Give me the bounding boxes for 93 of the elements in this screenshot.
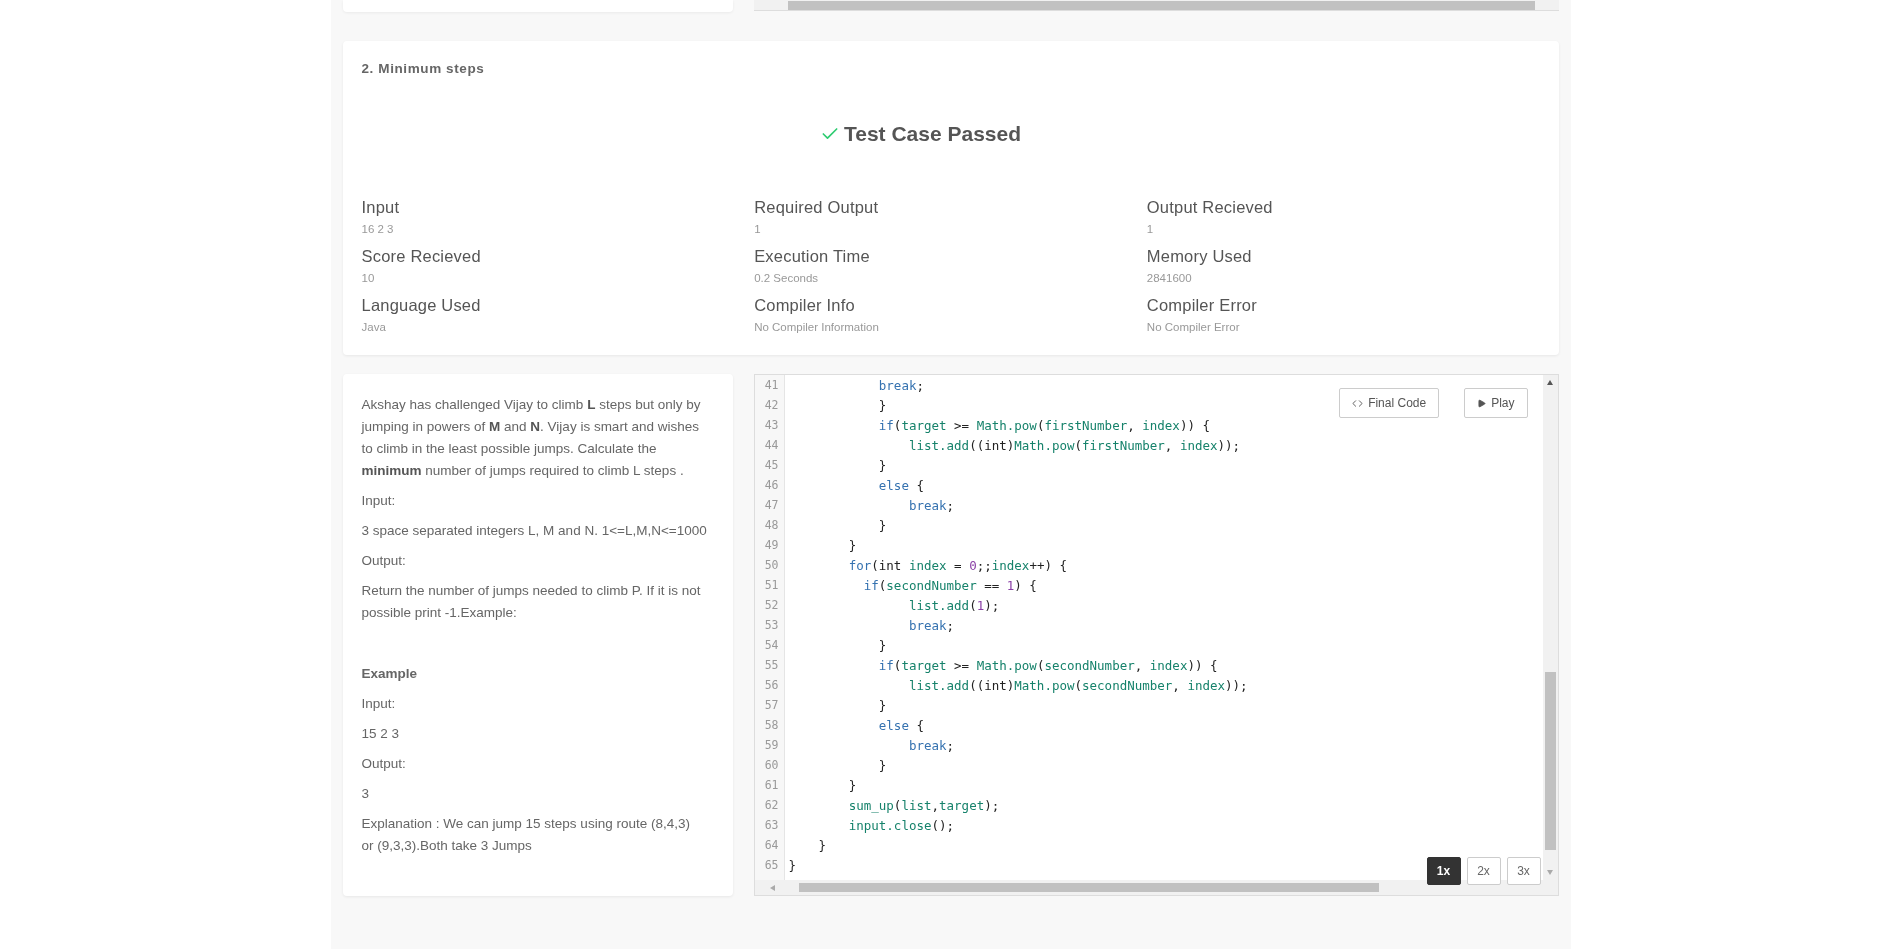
field-label: Required Output — [754, 198, 880, 217]
code-icon — [1352, 397, 1364, 409]
speed-button[interactable]: 1x — [1426, 857, 1461, 885]
line-number: 47 — [754, 495, 785, 515]
code-line: list.add((int)Math.pow(secondNumber, index)); — [907, 677, 1248, 693]
code-line: } — [847, 777, 857, 793]
code-line: } — [877, 637, 887, 653]
code-line: } — [787, 857, 797, 873]
line-number: 42 — [754, 395, 785, 415]
field-value: 0.2 Seconds — [754, 272, 820, 284]
arrow-left-icon[interactable] — [768, 883, 777, 892]
description-text: 3 — [361, 785, 370, 803]
code-line: } — [817, 837, 827, 853]
section-heading: Example — [361, 665, 419, 683]
field-value: No Compiler Error — [1146, 321, 1241, 333]
description-text: Input: — [361, 695, 397, 713]
arrow-up-icon[interactable] — [1546, 379, 1554, 387]
field-label: Compiler Info — [754, 296, 856, 315]
description-text: 3 space separated integers L, M and N. 1<=L,M,N<=1000 — [361, 522, 708, 540]
play-icon — [1477, 398, 1487, 408]
code-line: else { — [877, 717, 924, 733]
field-value: 2841600 — [1146, 272, 1193, 284]
description-text: Akshay has challenged Vijay to climb L steps but only by jumping in powers of M and N. Vijay is smart and wishes to climb in the least possible jumps. Calculate the minimum number of jumps required to climb L steps . — [361, 396, 702, 480]
description-text: Input: — [361, 492, 397, 510]
code-line: for(int index = 0;;index++) { — [847, 557, 1068, 573]
line-number: 59 — [754, 735, 785, 755]
code-line: } — [877, 697, 887, 713]
code-line: input.close(); — [847, 817, 955, 833]
line-number: 45 — [754, 455, 785, 475]
field-label: Memory Used — [1146, 247, 1253, 266]
field-value: 16 2 3 — [361, 223, 395, 235]
code-line: } — [877, 517, 887, 533]
description-text: Output: — [361, 552, 407, 570]
line-number: 57 — [754, 695, 785, 715]
field-value: 10 — [361, 272, 376, 284]
line-number: 65 — [754, 855, 785, 875]
play-button[interactable]: Play — [1464, 388, 1528, 418]
code-line: else { — [877, 477, 924, 493]
code-line: } — [847, 537, 857, 553]
status-text: Test Case Passed — [843, 122, 1021, 146]
problem-title: 2. Minimum steps — [361, 61, 486, 76]
code-line: break; — [907, 737, 955, 753]
line-number: 46 — [754, 475, 785, 495]
line-number: 60 — [754, 755, 785, 775]
speed-button[interactable]: 2x — [1466, 857, 1501, 885]
field-value: 1 — [1146, 223, 1155, 235]
field-label: Input — [361, 198, 401, 217]
code-line: break; — [907, 497, 955, 513]
final-code-button[interactable]: Final Code — [1339, 388, 1440, 418]
line-number: 50 — [754, 555, 785, 575]
code-line: break; — [907, 617, 955, 633]
code-line: list.add(1); — [907, 597, 1000, 613]
line-number: 48 — [754, 515, 785, 535]
field-value: No Compiler Information — [754, 321, 880, 333]
code-line: } — [877, 457, 887, 473]
line-number: 62 — [754, 795, 785, 815]
field-label: Language Used — [361, 296, 482, 315]
line-number: 54 — [754, 635, 785, 655]
code-line: break; — [877, 377, 924, 393]
description-text: Explanation : We can jump 15 steps using route (8,4,3) or (9,3,3).Both take 3 Jumps — [361, 815, 691, 855]
line-number: 51 — [754, 575, 785, 595]
description-text: Output: — [361, 755, 407, 773]
code-line: } — [877, 397, 887, 413]
line-number: 63 — [754, 815, 785, 835]
field-value: Java — [361, 321, 387, 333]
code-line: sum_up(list,target); — [847, 797, 1000, 813]
line-number: 55 — [754, 655, 785, 675]
field-value: 1 — [754, 223, 762, 235]
line-number: 49 — [754, 535, 785, 555]
arrow-down-icon[interactable] — [1546, 868, 1554, 876]
line-number: 53 — [754, 615, 785, 635]
code-line: list.add((int)Math.pow(firstNumber, index)); — [907, 437, 1241, 453]
description-text: 15 2 3 — [361, 725, 401, 743]
field-label: Execution Time — [754, 247, 871, 266]
speed-button[interactable]: 3x — [1506, 857, 1541, 885]
horizontal-scrollbar[interactable] — [754, 880, 1543, 895]
line-number: 52 — [754, 595, 785, 615]
code-line: if(target >= Math.pow(firstNumber, index)) { — [877, 417, 1210, 433]
description-text: Return the number of jumps needed to climb P. If it is not possible print -1.Example: — [361, 582, 702, 622]
line-number: 64 — [754, 835, 785, 855]
code-line: if(secondNumber == 1) { — [862, 577, 1037, 593]
line-number: 44 — [754, 435, 785, 455]
line-number: 43 — [754, 415, 785, 435]
vertical-scrollbar[interactable] — [1542, 375, 1558, 880]
line-number: 56 — [754, 675, 785, 695]
field-label: Compiler Error — [1146, 296, 1258, 315]
code-line: } — [877, 757, 887, 773]
field-label: Score Recieved — [361, 247, 482, 266]
code-line: if(target >= Math.pow(secondNumber, index)) { — [877, 657, 1218, 673]
line-number: 58 — [754, 715, 785, 735]
line-number: 61 — [754, 775, 785, 795]
line-number: 41 — [754, 375, 785, 395]
field-label: Output Recieved — [1146, 198, 1274, 217]
